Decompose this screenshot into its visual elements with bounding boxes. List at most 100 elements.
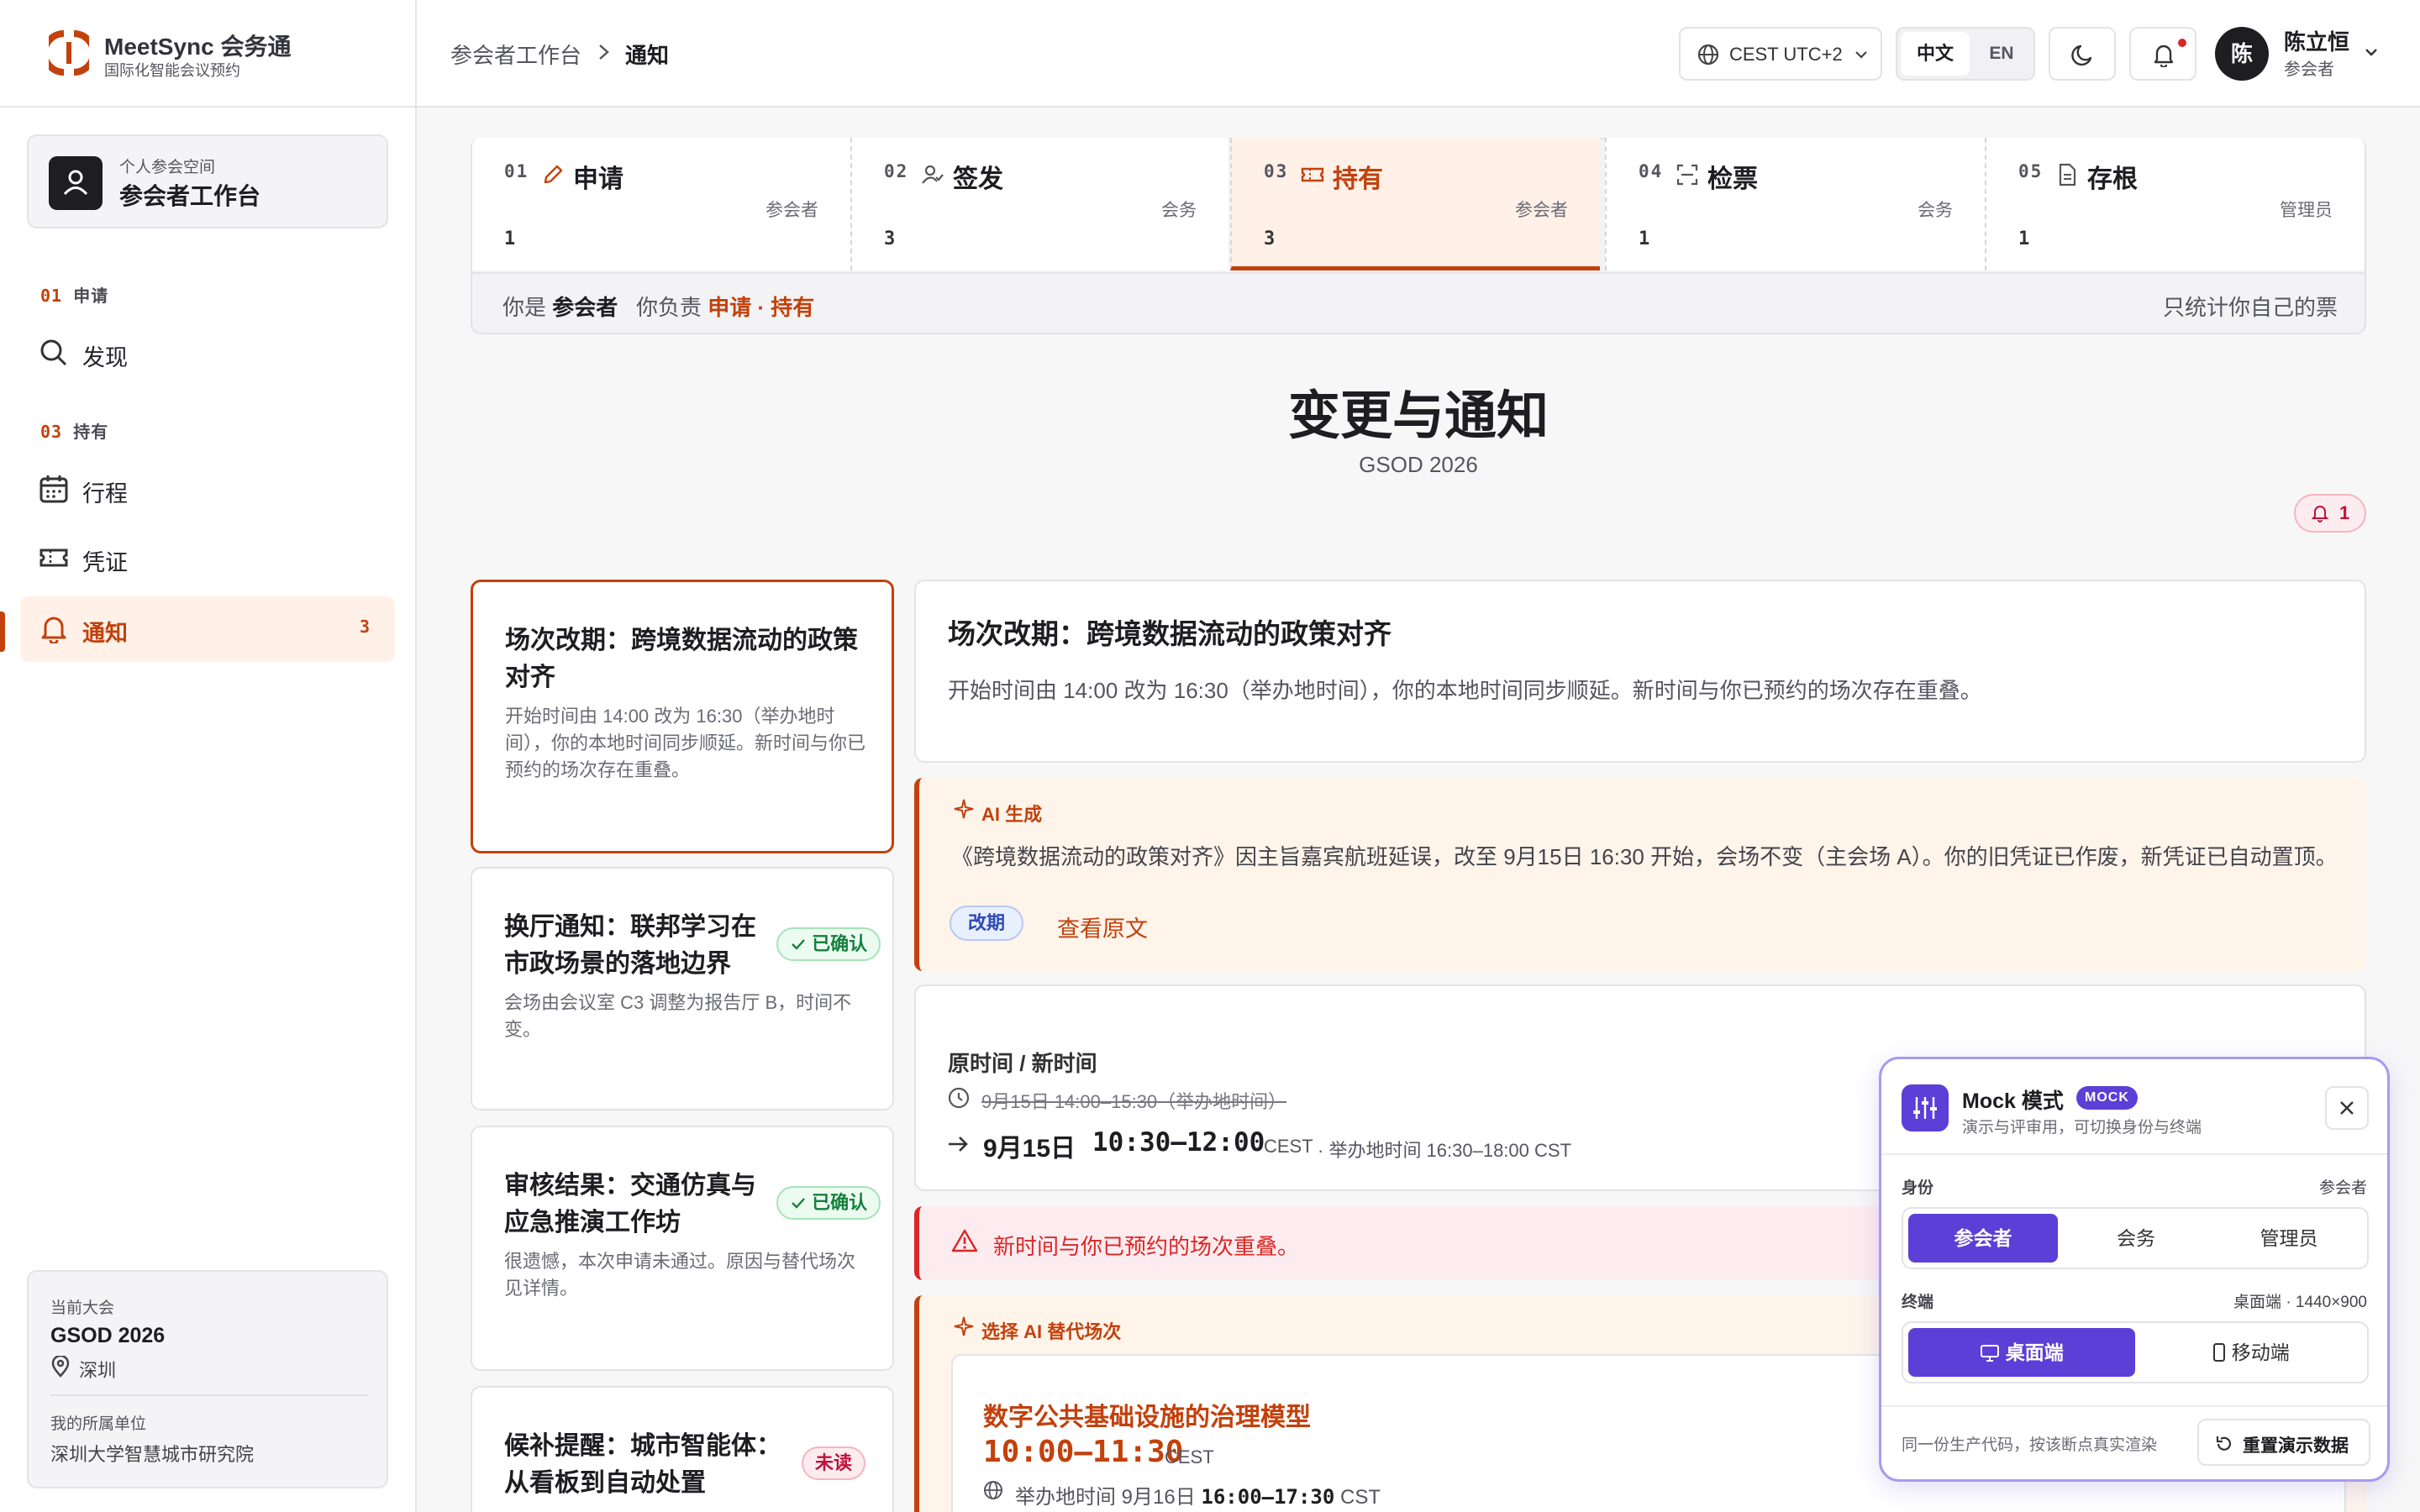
new-time: 10:30–12:00 [1092, 1127, 1265, 1158]
close-button[interactable] [2325, 1086, 2369, 1130]
notification-item[interactable]: 换厅通知：联邦学习在市政场景的落地边界 已确认 会场由会议室 C3 调整为报告厅… [471, 867, 894, 1110]
alt-time: 10:00–11:30 [983, 1435, 1184, 1469]
notification-desc: 开始时间由 14:00 改为 16:30（举办地时间），你的本地时间同步顺延。新… [505, 706, 866, 780]
old-time: 9月15日 14:00–15:30（举办地时间） [981, 1091, 1287, 1112]
step-apply[interactable]: 01 申请 参会者 1 [472, 138, 850, 270]
step-count: 1 [1639, 228, 1650, 249]
mock-title: Mock 模式 [1962, 1089, 2064, 1113]
theme-toggle-button[interactable] [2049, 27, 2116, 81]
sidebar-item-notifications[interactable]: 通知 3 [20, 596, 395, 662]
workspace-card[interactable]: 个人参会空间 参会者工作台 [27, 134, 388, 228]
alt-tz: CEST [1165, 1446, 1214, 1467]
step-hold[interactable]: 03 持有 参会者 3 [1230, 138, 1600, 270]
globe-icon [1697, 44, 1719, 66]
lang-zh-button[interactable]: 中文 [1901, 32, 1970, 76]
check-icon [790, 1194, 807, 1211]
calendar-icon [39, 474, 69, 504]
sidebar-item-credentials[interactable]: 凭证 [20, 526, 395, 591]
clock-icon [948, 1087, 970, 1109]
terminal-label: 终端 [1902, 1294, 1934, 1311]
workspace-caption: 个人参会空间 [119, 159, 216, 176]
status-badge: 未读 [802, 1446, 866, 1480]
terminal-current: 桌面端 · 1440×900 [2233, 1294, 2367, 1311]
top-header: 参会者工作台 通知 CEST UTC+2 中文 EN 陈 陈立恒 参会者 [417, 0, 2420, 108]
avatar[interactable]: 陈 [2215, 27, 2269, 81]
terminal-segmented: 桌面端 移动端 [1902, 1321, 2369, 1383]
divider [1881, 1153, 2387, 1155]
notification-title: 换厅通知：联邦学习在市政场景的落地边界 [504, 913, 756, 978]
lang-en-button[interactable]: EN [1971, 32, 2032, 76]
sliders-icon [1902, 1084, 1949, 1131]
step-role: 参会者 [765, 201, 818, 220]
active-indicator [0, 612, 5, 652]
chevron-down-icon[interactable] [2363, 44, 2380, 60]
scan-icon [1676, 163, 1699, 186]
step-issue[interactable]: 02 签发 会务 3 [850, 138, 1228, 270]
sidebar-item-itinerary[interactable]: 行程 [20, 457, 395, 522]
bell-icon [39, 613, 69, 643]
step-checkin[interactable]: 04 检票 会务 1 [1605, 138, 1985, 270]
alt-venue-time: 举办地时间 9月16日 16:00–17:30 CST [1015, 1485, 1381, 1509]
user-icon [49, 156, 103, 210]
view-original-link[interactable]: 查看原文 [1057, 911, 1148, 943]
refresh-icon [2214, 1434, 2234, 1454]
pencil-icon [541, 163, 565, 186]
notification-desc: 很遗憾，本次申请未通过。原因与替代场次见详情。 [504, 1251, 856, 1299]
terminal-mobile-option[interactable]: 移动端 [2139, 1328, 2364, 1377]
notifications-button[interactable] [2129, 27, 2196, 81]
timezone-select[interactable]: CEST UTC+2 [1679, 27, 1882, 81]
new-tz: CEST [1264, 1136, 1313, 1157]
conf-caption: 当前大会 [50, 1299, 115, 1317]
language-toggle: 中文 EN [1896, 27, 2035, 81]
status-badge: 已确认 [776, 927, 881, 961]
bell-icon [2311, 504, 2329, 522]
sidebar-item-discover[interactable]: 发现 [20, 321, 395, 386]
identity-attendee-option[interactable]: 参会者 [1908, 1214, 2058, 1263]
notification-item[interactable]: 审核结果：交通仿真与应急推演工作坊 已确认 很遗憾，本次申请未通过。原因与替代场… [471, 1126, 894, 1371]
arrow-right-icon [946, 1132, 970, 1156]
chevron-down-icon [1854, 47, 1869, 62]
step-count: 1 [504, 228, 516, 249]
org-name: 深圳大学智慧城市研究院 [50, 1444, 255, 1465]
notification-title: 候补提醒：城市智能体：从看板到自动处置 [504, 1432, 781, 1497]
detail-header-card: 场次改期：跨境数据流动的政策对齐 开始时间由 14:00 改为 16:30（举办… [914, 580, 2366, 763]
identity-label: 身份 [1902, 1179, 1934, 1197]
user-name[interactable]: 陈立恒 [2284, 25, 2349, 56]
bell-icon [2151, 42, 2176, 67]
mock-footer-note: 同一份生产代码，按该断点真实渲染 [1902, 1436, 2158, 1454]
identity-segmented: 参会者 会务 管理员 [1902, 1207, 2369, 1269]
identity-staff-option[interactable]: 会务 [2061, 1214, 2211, 1263]
bell-count-badge[interactable]: 1 [2294, 494, 2366, 533]
chevron-right-icon [595, 40, 613, 64]
ticket-icon [1301, 163, 1324, 186]
org-caption: 我的所属单位 [50, 1415, 147, 1433]
detail-title: 场次改期：跨境数据流动的政策对齐 [948, 618, 1392, 649]
breadcrumb-current: 通知 [625, 43, 670, 68]
sparkle-icon [953, 798, 975, 820]
new-venue-time: · 举办地时间 16:30–18:00 CST [1318, 1140, 1572, 1161]
phone-icon [2212, 1342, 2226, 1362]
breadcrumb-item[interactable]: 参会者工作台 [450, 39, 581, 70]
step-title: 签发 [953, 165, 1003, 193]
ticket-icon [39, 543, 69, 573]
step-role: 参会者 [1515, 201, 1568, 220]
step-archive[interactable]: 05 存根 管理员 1 [1985, 138, 2365, 270]
step-role: 会务 [1918, 201, 1953, 220]
warning-icon [951, 1228, 978, 1253]
page-title: 变更与通知 [1287, 387, 1549, 445]
step-role: 管理员 [2280, 201, 2333, 220]
terminal-desktop-option[interactable]: 桌面端 [1908, 1328, 2135, 1377]
time-heading: 原时间 / 新时间 [948, 1051, 1097, 1076]
sparkle-icon [953, 1315, 975, 1337]
brand-logo-icon [49, 30, 89, 76]
notification-item[interactable]: 候补提醒：城市智能体：从看板到自动处置 未读 [471, 1386, 894, 1512]
divider [50, 1394, 368, 1396]
notification-item-selected[interactable]: 场次改期：跨境数据流动的政策对齐 开始时间由 14:00 改为 16:30（举办… [471, 580, 894, 853]
reset-demo-button[interactable]: 重置演示数据 [2197, 1419, 2370, 1466]
sidebar-item-label: 通知 [82, 621, 128, 646]
identity-admin-option[interactable]: 管理员 [2214, 1214, 2364, 1263]
step-title: 存根 [2087, 165, 2138, 193]
globe-icon [983, 1480, 1003, 1500]
conf-name: GSOD 2026 [50, 1324, 166, 1347]
section-hold: 03 持有 [40, 422, 109, 442]
